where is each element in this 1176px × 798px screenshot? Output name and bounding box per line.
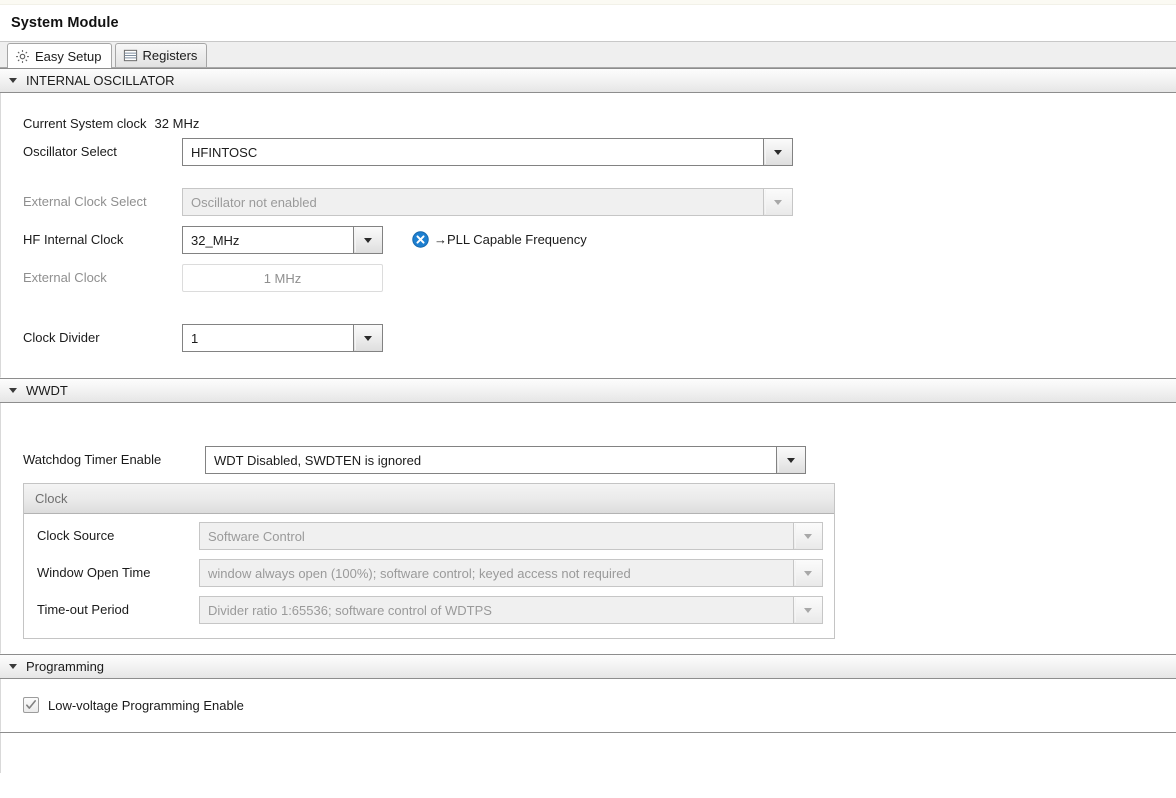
oscillator-select-dropdown-button[interactable]: [763, 138, 793, 166]
registers-list-icon: [123, 48, 138, 63]
chevron-down-icon: [787, 457, 795, 463]
row-clock-source: Clock Source Software Control: [37, 522, 823, 550]
external-clock-label: External Clock: [23, 270, 107, 285]
clock-groupbox-body: Clock Source Software Control Window Ope…: [24, 514, 834, 660]
external-clock-select-label: External Clock Select: [23, 194, 147, 209]
timeout-period-dropdown-button: [793, 596, 823, 624]
row-clock-divider: Clock Divider 1: [23, 324, 423, 352]
clock-groupbox-title: Clock: [35, 491, 68, 506]
row-timeout-period: Time-out Period Divider ratio 1:65536; s…: [37, 596, 823, 624]
oscillator-select-combobox[interactable]: HFINTOSC: [182, 138, 793, 166]
oscillator-select-label: Oscillator Select: [23, 144, 117, 159]
bottom-empty-area: [0, 733, 1176, 773]
clock-divider-label: Clock Divider: [23, 330, 100, 345]
row-external-clock-select: External Clock Select Oscillator not ena…: [23, 188, 793, 216]
pll-blue-x-icon: [412, 231, 429, 248]
window-open-time-value: window always open (100%); software cont…: [199, 559, 793, 587]
pll-capable-frequency-label: →PLL Capable Frequency: [434, 232, 587, 247]
timeout-period-value: Divider ratio 1:65536; software control …: [199, 596, 793, 624]
clock-groupbox-header: Clock: [24, 484, 834, 514]
external-clock-select-value: Oscillator not enabled: [182, 188, 763, 216]
chevron-down-icon: [774, 149, 782, 155]
watchdog-timer-enable-dropdown-button[interactable]: [776, 446, 806, 474]
current-system-clock-label: Current System clock: [23, 115, 147, 131]
row-oscillator-select: Oscillator Select HFINTOSC: [23, 138, 793, 166]
row-low-voltage-programming-enable[interactable]: Low-voltage Programming Enable: [23, 697, 244, 713]
row-external-clock: External Clock 1 MHz: [23, 264, 423, 292]
page-title: System Module: [11, 15, 119, 31]
chevron-down-icon: [804, 570, 812, 576]
section-body-wwdt: Watchdog Timer Enable WDT Disabled, SWDT…: [0, 403, 1176, 654]
low-voltage-programming-enable-checkbox[interactable]: [23, 697, 39, 713]
clock-divider-combobox[interactable]: 1: [182, 324, 383, 352]
tab-easy-setup[interactable]: Easy Setup: [7, 43, 112, 68]
section-body-internal-oscillator: Current System clock 32 MHz Oscillator S…: [0, 93, 1176, 378]
row-window-open-time: Window Open Time window always open (100…: [37, 559, 823, 587]
row-current-system-clock: Current System clock 32 MHz: [23, 114, 199, 132]
clock-divider-dropdown-button[interactable]: [353, 324, 383, 352]
chevron-down-icon: [774, 199, 782, 205]
hf-internal-clock-label: HF Internal Clock: [23, 232, 124, 247]
clock-source-combobox: Software Control: [199, 522, 823, 550]
hf-internal-clock-combobox[interactable]: 32_MHz: [182, 226, 383, 254]
section-header-internal-oscillator[interactable]: INTERNAL OSCILLATOR: [0, 68, 1176, 93]
window-open-time-label: Window Open Time: [37, 565, 151, 580]
timeout-period-label: Time-out Period: [37, 602, 129, 617]
tab-strip: Easy Setup Registers: [0, 41, 1176, 68]
chevron-down-icon: [9, 78, 17, 83]
oscillator-select-value[interactable]: HFINTOSC: [182, 138, 763, 166]
chevron-down-icon: [9, 388, 17, 393]
section-title-programming: Programming: [26, 659, 105, 674]
chevron-down-icon: [804, 607, 812, 613]
chevron-down-icon: [804, 533, 812, 539]
row-watchdog-timer-enable: Watchdog Timer Enable WDT Disabled, SWDT…: [23, 446, 806, 474]
watchdog-timer-enable-combobox[interactable]: WDT Disabled, SWDTEN is ignored: [205, 446, 806, 474]
tab-registers-label: Registers: [142, 48, 198, 63]
low-voltage-programming-enable-label: Low-voltage Programming Enable: [48, 697, 244, 713]
clock-source-label: Clock Source: [37, 528, 115, 543]
clock-divider-value[interactable]: 1: [182, 324, 353, 352]
external-clock-select-dropdown-button: [763, 188, 793, 216]
external-clock-select-combobox: Oscillator not enabled: [182, 188, 793, 216]
chevron-down-icon: [364, 237, 372, 243]
row-hf-internal-clock: HF Internal Clock 32_MHz →PLL Capable Fr…: [23, 226, 823, 254]
watchdog-timer-enable-value[interactable]: WDT Disabled, SWDTEN is ignored: [205, 446, 776, 474]
section-title-wwdt: WWDT: [26, 383, 68, 398]
current-system-clock-value: 32 MHz: [154, 115, 200, 131]
pll-capable-frequency-note: →PLL Capable Frequency: [412, 231, 587, 248]
tab-registers[interactable]: Registers: [114, 43, 208, 67]
window-open-time-combobox: window always open (100%); software cont…: [199, 559, 823, 587]
timeout-period-combobox: Divider ratio 1:65536; software control …: [199, 596, 823, 624]
window-open-time-dropdown-button: [793, 559, 823, 587]
chevron-down-icon: [364, 335, 372, 341]
hf-internal-clock-value[interactable]: 32_MHz: [182, 226, 353, 254]
clock-groupbox: Clock Clock Source Software Control Wind…: [23, 483, 835, 639]
chevron-down-icon: [9, 664, 17, 669]
page-title-bar: System Module: [0, 5, 1176, 41]
section-body-programming: Low-voltage Programming Enable: [0, 679, 1176, 732]
section-header-wwdt[interactable]: WWDT: [0, 378, 1176, 403]
section-title-internal-oscillator: INTERNAL OSCILLATOR: [26, 73, 175, 88]
tab-easy-setup-label: Easy Setup: [35, 48, 102, 64]
checkmark-icon: [26, 700, 36, 709]
clock-source-value: Software Control: [199, 522, 793, 550]
hf-internal-clock-dropdown-button[interactable]: [353, 226, 383, 254]
clock-source-dropdown-button: [793, 522, 823, 550]
gear-icon: [15, 49, 30, 64]
watchdog-timer-enable-label: Watchdog Timer Enable: [23, 452, 162, 467]
external-clock-value-field: 1 MHz: [182, 264, 383, 292]
